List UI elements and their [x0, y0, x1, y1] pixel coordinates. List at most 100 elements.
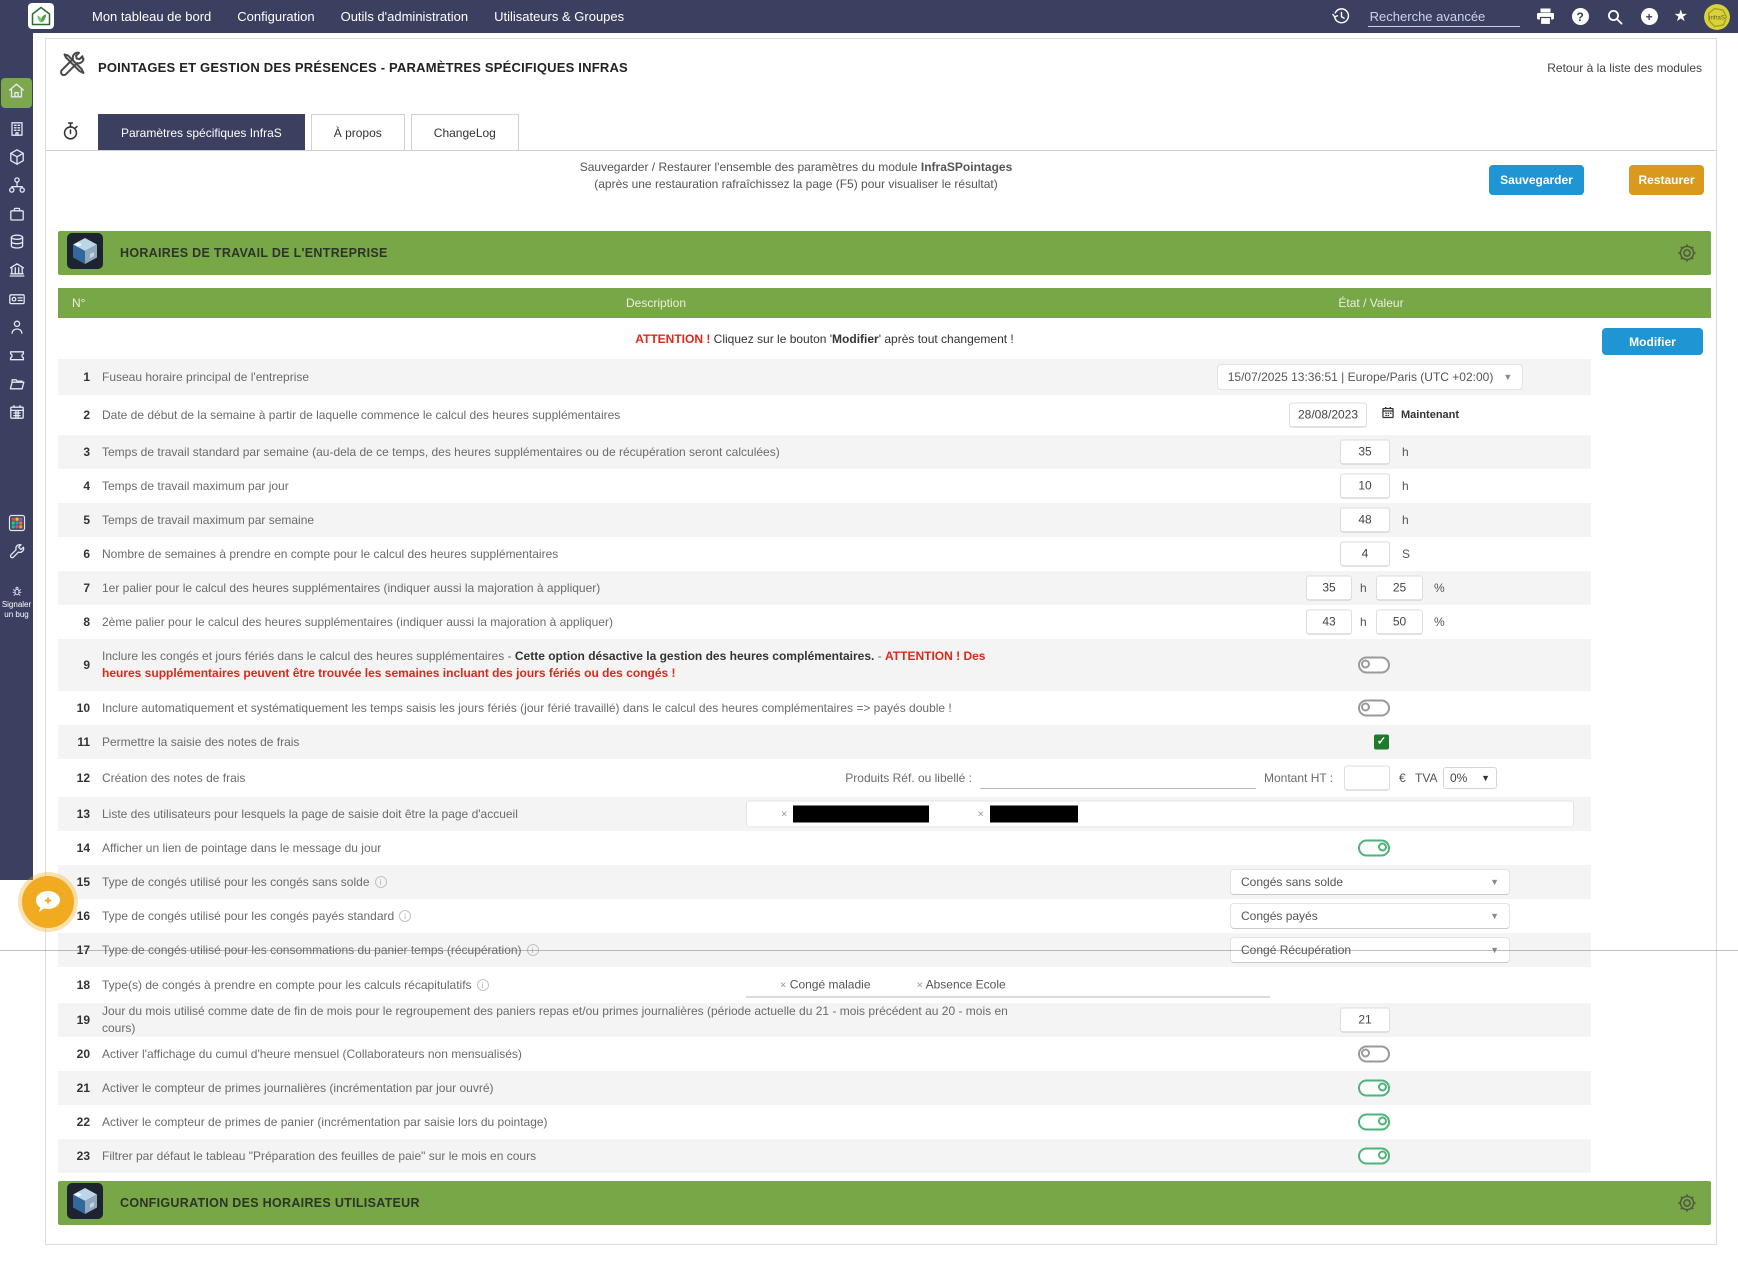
setting-row-3: 3 Temps de travail standard par semaine …	[58, 435, 1591, 469]
number-input[interactable]: 35	[1306, 575, 1352, 601]
gear-icon[interactable]	[1677, 1193, 1697, 1218]
unit-label: %	[1434, 615, 1445, 629]
row-description: Type de congés utilisé pour les congés p…	[102, 908, 412, 925]
redacted-chip	[793, 805, 930, 823]
leave-type-select[interactable]: Congé Récupération ▼	[1230, 937, 1510, 963]
sidebar-item-building[interactable]	[0, 116, 33, 146]
report-bug-button[interactable]: Signaler un bug	[0, 585, 33, 620]
remove-chip-icon[interactable]: ×	[977, 808, 983, 820]
calendar-icon[interactable]	[1381, 406, 1395, 425]
setting-row-11: 11 Permettre la saisie des notes de frai…	[58, 725, 1591, 759]
toggle-on[interactable]	[1358, 1113, 1390, 1131]
row-description: Nombre de semaines à prendre en compte p…	[102, 546, 559, 561]
page: Mon tableau de bord Configuration Outils d…	[0, 0, 1738, 1288]
setting-row-21: 21 Activer le compteur de primes journal…	[58, 1071, 1591, 1105]
help-icon[interactable]: ?	[1571, 8, 1589, 25]
search-icon[interactable]	[1605, 7, 1625, 27]
sidebar-item-bank[interactable]	[0, 257, 33, 287]
sidebar-item-coins[interactable]	[0, 229, 33, 259]
timezone-select[interactable]: 15/07/2025 13:36:51 | Europe/Paris (UTC …	[1217, 364, 1523, 390]
tab--propos[interactable]: À propos	[310, 114, 405, 150]
tab-changelog[interactable]: ChangeLog	[410, 114, 519, 150]
number-input[interactable]: 50	[1376, 609, 1423, 635]
leave-types-tags-input[interactable]: × Congé maladie × Absence Ecole	[746, 973, 1270, 998]
toggle-off[interactable]	[1358, 1045, 1390, 1063]
restore-button[interactable]: Restaurer	[1629, 165, 1704, 195]
checkbox-checked[interactable]: ✓	[1374, 734, 1389, 750]
sidebar-item-sitemap[interactable]	[0, 172, 33, 202]
save-restore-text: Sauvegarder / Restaurer l'ensemble des p…	[579, 160, 1013, 191]
tag[interactable]: × Congé maladie	[780, 978, 871, 992]
sidebar-item-money-check[interactable]	[0, 286, 33, 316]
row-description: 2ème palier pour le calcul des heures su…	[102, 614, 613, 629]
tag[interactable]: × Absence Ecole	[917, 978, 1006, 992]
setting-row-7: 7 1er palier pour le calcul des heures s…	[58, 571, 1591, 605]
number-input[interactable]: 48	[1340, 507, 1390, 533]
vat-select[interactable]: 0% ▼	[1443, 767, 1497, 789]
product-ref-input[interactable]	[980, 767, 1256, 789]
toggle-on[interactable]	[1358, 1079, 1390, 1097]
settings-rows: 1 Fuseau horaire principal de l'entrepri…	[58, 359, 1591, 1173]
table-header: N° Description État / Valeur	[58, 288, 1711, 318]
sidebar-item-ticket[interactable]	[0, 342, 33, 372]
leave-type-select[interactable]: Congés sans solde ▼	[1230, 869, 1510, 895]
save-button[interactable]: Sauvegarder	[1489, 165, 1584, 195]
sidebar-item-user[interactable]	[0, 314, 33, 344]
row-description: Temps de travail maximum par jour	[102, 478, 289, 493]
menu-item[interactable]: Outils d'administration	[341, 9, 468, 24]
unit-label: h	[1402, 479, 1409, 493]
info-icon[interactable]: i	[526, 944, 539, 957]
info-icon[interactable]: i	[399, 910, 412, 923]
setting-row-14: 14 Afficher un lien de pointage dans le …	[58, 831, 1591, 865]
number-input[interactable]: 4	[1340, 541, 1390, 567]
info-icon[interactable]: i	[476, 979, 489, 992]
toggle-off[interactable]	[1358, 656, 1390, 674]
star-icon[interactable]: ★	[1674, 8, 1688, 25]
row-number: 11	[77, 735, 90, 749]
history-icon[interactable]	[1332, 7, 1352, 27]
menu-item[interactable]: Configuration	[237, 9, 314, 24]
plus-icon[interactable]: +	[1640, 8, 1658, 25]
number-input[interactable]: 10	[1340, 473, 1390, 499]
now-button[interactable]: Maintenant	[1401, 409, 1459, 421]
date-input[interactable]: 28/08/2023	[1289, 402, 1367, 428]
gear-icon[interactable]	[1677, 243, 1697, 268]
app-logo-icon[interactable]	[28, 3, 54, 29]
sidebar-item-cube[interactable]	[0, 144, 33, 174]
chat-feedback-button[interactable]	[22, 876, 74, 928]
vat-label: TVA	[1415, 771, 1438, 785]
sidebar-item-apps-colored[interactable]	[0, 510, 33, 540]
row-description: Activer le compteur de primes journalièr…	[102, 1080, 494, 1095]
print-icon[interactable]	[1536, 7, 1556, 27]
menu-item[interactable]: Utilisateurs & Groupes	[494, 9, 624, 24]
stopwatch-icon	[62, 121, 79, 146]
toggle-off[interactable]	[1358, 699, 1390, 717]
sidebar-item-home[interactable]	[1, 78, 32, 108]
menu-item[interactable]: Mon tableau de bord	[92, 9, 211, 24]
avatar[interactable]: infraS	[1704, 3, 1730, 30]
sidebar-item-wrench[interactable]	[0, 538, 33, 568]
page-title: POINTAGES ET GESTION DES PRÉSENCES - PAR…	[98, 60, 628, 75]
search-input[interactable]	[1367, 6, 1520, 27]
amount-input[interactable]	[1344, 765, 1390, 791]
number-input[interactable]: 21	[1340, 1007, 1390, 1033]
sidebar-item-calendar[interactable]	[0, 399, 33, 429]
currency-label: €	[1399, 771, 1406, 785]
sidebar-item-folder[interactable]	[0, 371, 33, 401]
toggle-on[interactable]	[1358, 839, 1390, 857]
leave-type-select[interactable]: Congés payés ▼	[1230, 903, 1510, 929]
number-input[interactable]: 35	[1340, 439, 1390, 465]
modify-button[interactable]: Modifier	[1602, 328, 1703, 355]
back-to-modules-link[interactable]: Retour à la liste des modules	[1547, 61, 1702, 75]
number-input[interactable]: 43	[1306, 609, 1352, 635]
sidebar-item-briefcase[interactable]	[0, 201, 33, 231]
remove-chip-icon[interactable]: ×	[781, 808, 787, 820]
user-list-input[interactable]: × ×	[746, 800, 1574, 828]
setting-row-23: 23 Filtrer par défaut le tableau "Prépar…	[58, 1139, 1591, 1173]
toggle-on[interactable]	[1358, 1147, 1390, 1165]
tab-param-tres-sp-cifiques-infras[interactable]: Paramètres spécifiques InfraS	[98, 114, 305, 150]
info-icon[interactable]: i	[374, 876, 387, 889]
bug-icon	[11, 586, 23, 599]
row-number: 9	[83, 658, 90, 672]
number-input[interactable]: 25	[1376, 575, 1423, 601]
